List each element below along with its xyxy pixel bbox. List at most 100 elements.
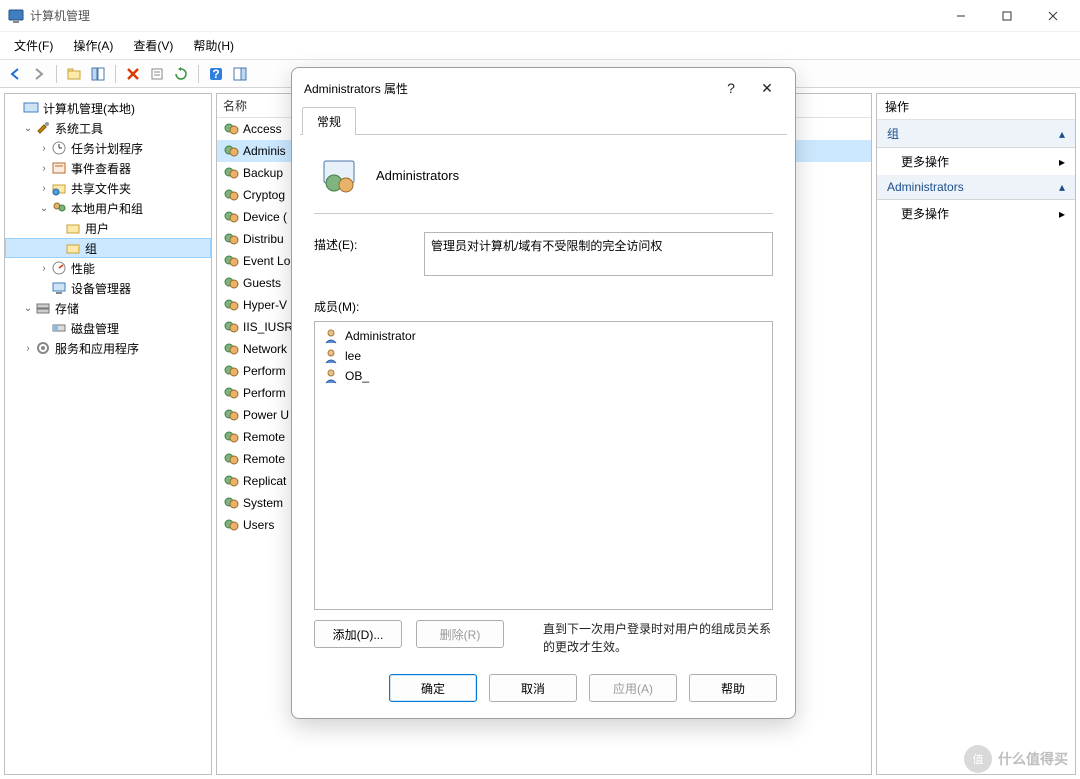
group-icon: [223, 385, 239, 401]
dialog-title: Administrators 属性: [302, 80, 713, 97]
action-more-ops-1[interactable]: 更多操作▸: [877, 148, 1075, 175]
list-item-label: Remote: [243, 430, 285, 444]
help-button[interactable]: 帮助: [689, 674, 777, 702]
group-icon: [223, 429, 239, 445]
toolbar-separator: [56, 65, 57, 83]
tree-label: 用户: [85, 220, 109, 237]
group-icon: [223, 121, 239, 137]
action-label: Administrators: [887, 180, 964, 194]
dialog-help-button[interactable]: ?: [713, 80, 749, 96]
group-icon: [223, 275, 239, 291]
toolbar-separator: [198, 65, 199, 83]
action-label: 组: [887, 125, 899, 142]
remove-button[interactable]: 删除(R): [416, 620, 504, 648]
apply-button[interactable]: 应用(A): [589, 674, 677, 702]
properties-dialog: Administrators 属性 ? ✕ 常规 Administrators …: [291, 67, 796, 719]
tree-label: 存储: [55, 300, 79, 317]
tree-device-manager[interactable]: 设备管理器: [5, 278, 211, 298]
member-item[interactable]: lee: [319, 346, 768, 366]
action-more-ops-2[interactable]: 更多操作▸: [877, 200, 1075, 227]
minimize-button[interactable]: [938, 1, 984, 31]
tree-users[interactable]: 用户: [5, 218, 211, 238]
tab-general[interactable]: 常规: [302, 107, 356, 135]
list-item-label: Backup: [243, 166, 283, 180]
ok-button[interactable]: 确定: [389, 674, 477, 702]
user-icon: [323, 368, 339, 384]
tree-event-viewer[interactable]: ›事件查看器: [5, 158, 211, 178]
group-icon: [223, 341, 239, 357]
members-listbox[interactable]: Administrator lee OB_: [314, 321, 773, 610]
list-item-label: Perform: [243, 386, 286, 400]
menu-action[interactable]: 操作(A): [63, 33, 123, 58]
list-item-label: Distribu: [243, 232, 284, 246]
action-pane: 操作 组▴ 更多操作▸ Administrators▴ 更多操作▸: [876, 93, 1076, 775]
group-icon: [223, 165, 239, 181]
chevron-right-icon: ▸: [1059, 207, 1065, 221]
action-pane-icon[interactable]: [229, 63, 251, 85]
app-icon: [8, 8, 24, 24]
tree-performance[interactable]: ›性能: [5, 258, 211, 278]
members-note: 直到下一次用户登录时对用户的组成员关系的更改才生效。: [543, 620, 773, 656]
group-icon: [320, 155, 360, 195]
close-button[interactable]: [1030, 1, 1076, 31]
tree-disk-management[interactable]: 磁盘管理: [5, 318, 211, 338]
tree-root[interactable]: 计算机管理(本地): [5, 98, 211, 118]
chevron-right-icon: ▸: [1059, 155, 1065, 169]
description-input[interactable]: 管理员对计算机/域有不受限制的完全访问权: [424, 232, 773, 276]
action-pane-header: 操作: [877, 94, 1075, 120]
tree-task-scheduler[interactable]: ›任务计划程序: [5, 138, 211, 158]
list-item-label: Guests: [243, 276, 281, 290]
user-icon: [323, 328, 339, 344]
action-category-admins[interactable]: Administrators▴: [877, 175, 1075, 200]
tree-label: 系统工具: [55, 120, 103, 137]
refresh-icon[interactable]: [170, 63, 192, 85]
tree-shared-folders[interactable]: ›共享文件夹: [5, 178, 211, 198]
action-category-groups[interactable]: 组▴: [877, 120, 1075, 148]
delete-icon[interactable]: [122, 63, 144, 85]
user-icon: [323, 348, 339, 364]
list-item-label: Access: [243, 122, 282, 136]
titlebar: 计算机管理: [0, 0, 1080, 32]
tree-local-users-groups[interactable]: ⌄本地用户和组: [5, 198, 211, 218]
member-item[interactable]: Administrator: [319, 326, 768, 346]
group-icon: [223, 143, 239, 159]
menu-view[interactable]: 查看(V): [123, 33, 183, 58]
group-icon: [223, 297, 239, 313]
folder-up-icon[interactable]: [63, 63, 85, 85]
group-icon: [223, 209, 239, 225]
member-item[interactable]: OB_: [319, 366, 768, 386]
maximize-button[interactable]: [984, 1, 1030, 31]
nav-back-icon[interactable]: [4, 63, 26, 85]
properties-icon[interactable]: [146, 63, 168, 85]
list-item-label: Hyper-V: [243, 298, 287, 312]
group-icon: [223, 319, 239, 335]
tree-label: 磁盘管理: [71, 320, 119, 337]
nav-forward-icon[interactable]: [28, 63, 50, 85]
dialog-footer: 确定 取消 应用(A) 帮助: [292, 664, 795, 718]
dialog-close-button[interactable]: ✕: [749, 80, 785, 97]
watermark-badge: 值: [964, 745, 992, 773]
member-name: OB_: [345, 369, 369, 383]
tree-system-tools[interactable]: ⌄系统工具: [5, 118, 211, 138]
group-name: Administrators: [376, 168, 459, 183]
list-item-label: System: [243, 496, 283, 510]
svg-text:?: ?: [212, 67, 219, 81]
tree-label: 共享文件夹: [71, 180, 131, 197]
dialog-tabs: 常规: [292, 106, 795, 134]
tree-services-apps[interactable]: ›服务和应用程序: [5, 338, 211, 358]
help-icon[interactable]: ?: [205, 63, 227, 85]
tree-pane[interactable]: 计算机管理(本地) ⌄系统工具 ›任务计划程序 ›事件查看器 ›共享文件夹 ⌄本…: [4, 93, 212, 775]
show-hide-icon[interactable]: [87, 63, 109, 85]
group-icon: [223, 253, 239, 269]
menu-file[interactable]: 文件(F): [4, 33, 63, 58]
tree-storage[interactable]: ⌄存储: [5, 298, 211, 318]
member-name: lee: [345, 349, 361, 363]
description-value: 管理员对计算机/域有不受限制的完全访问权: [431, 239, 662, 253]
menu-help[interactable]: 帮助(H): [183, 33, 244, 58]
group-icon: [223, 495, 239, 511]
cancel-button[interactable]: 取消: [489, 674, 577, 702]
add-button[interactable]: 添加(D)...: [314, 620, 402, 648]
tree-groups[interactable]: 组: [5, 238, 211, 258]
watermark-text: 什么值得买: [998, 749, 1068, 769]
list-item-label: Device (: [243, 210, 287, 224]
